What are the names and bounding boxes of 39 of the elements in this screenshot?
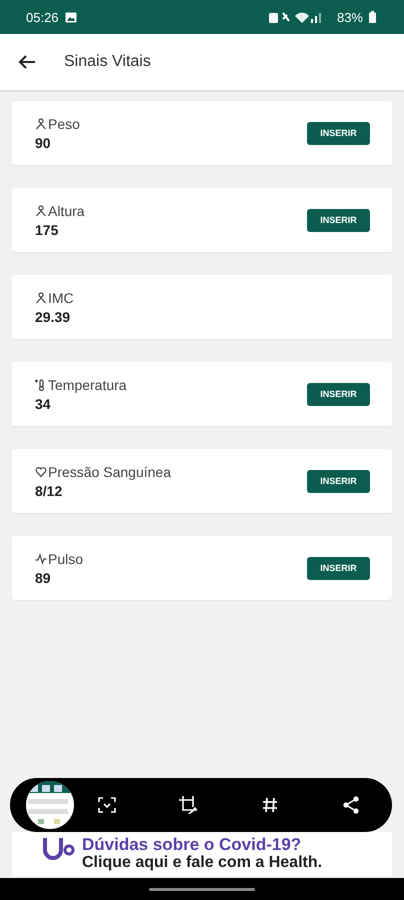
home-handle[interactable] [149,888,255,890]
battery-icon [369,11,376,23]
scan-button[interactable] [96,794,118,816]
back-arrow-icon [18,54,36,70]
vital-value: 175 [35,222,60,238]
insert-button[interactable]: INSERIR [307,122,370,144]
heart-icon [35,466,47,478]
insert-button[interactable]: INSERIR [307,470,370,492]
screen-title: Sinais Vitais [64,53,151,71]
status-time: 05:26 [26,10,59,24]
image-icon [64,12,77,22]
vital-value: 29.39 [35,308,72,324]
vital-value: 8/12 [35,482,64,498]
thermometer-icon [35,378,47,390]
insert-button[interactable]: INSERIR [307,208,370,232]
crop-edit-button[interactable] [177,794,200,816]
banner-text: Clique aqui e fale com a Health. [82,854,322,872]
vital-label: Pressão Sanguínea [48,464,171,480]
person-icon [35,204,47,216]
battery-percent: 83% [336,10,363,24]
hashtag-icon [262,797,278,813]
person-icon [35,292,47,304]
crop-edit-icon [178,795,198,815]
person-icon [35,118,47,130]
insert-button[interactable]: INSERIR [307,382,370,406]
insert-button[interactable]: INSERIR [307,556,370,580]
health-banner[interactable]: Dúvidas sobre o Covid-19? Clique aqui e fale com a Health. [12,832,392,876]
share-icon [342,796,360,814]
vital-value: 34 [35,396,52,412]
vital-label: Pulso [48,550,84,566]
banner-headline: Dúvidas sobre o Covid-19? [82,836,302,854]
vital-value: 89 [35,570,52,586]
vital-value: 90 [35,134,52,150]
vital-label: IMC [48,290,74,306]
vital-label: Temperatura [48,376,127,392]
vital-label: Altura [48,202,85,218]
scan-icon [98,797,116,813]
pulse-icon [35,552,47,564]
vital-label: Peso [48,116,80,132]
